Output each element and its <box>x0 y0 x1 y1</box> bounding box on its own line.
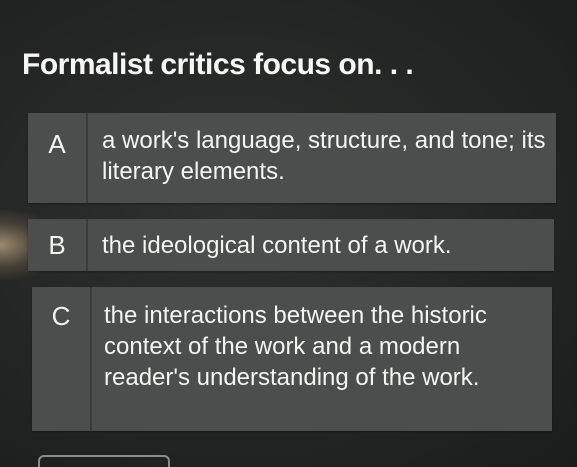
answer-option-b[interactable]: B the ideological content of a work. <box>28 219 554 271</box>
answer-text: the interactions between the historic co… <box>104 302 487 391</box>
answer-letter: A <box>28 113 88 203</box>
answer-text: the ideological content of a work. <box>102 231 452 259</box>
submit-button[interactable] <box>38 455 170 467</box>
answer-option-a[interactable]: A a work's language, structure, and tone… <box>28 113 556 203</box>
question-text: Formalist critics focus on. . . <box>22 48 414 81</box>
answer-letter: B <box>28 219 88 271</box>
answer-option-c[interactable]: C the interactions between the historic … <box>32 287 552 431</box>
answer-text: a work's language, structure, and tone; … <box>102 127 546 185</box>
answer-letter: C <box>32 287 92 431</box>
